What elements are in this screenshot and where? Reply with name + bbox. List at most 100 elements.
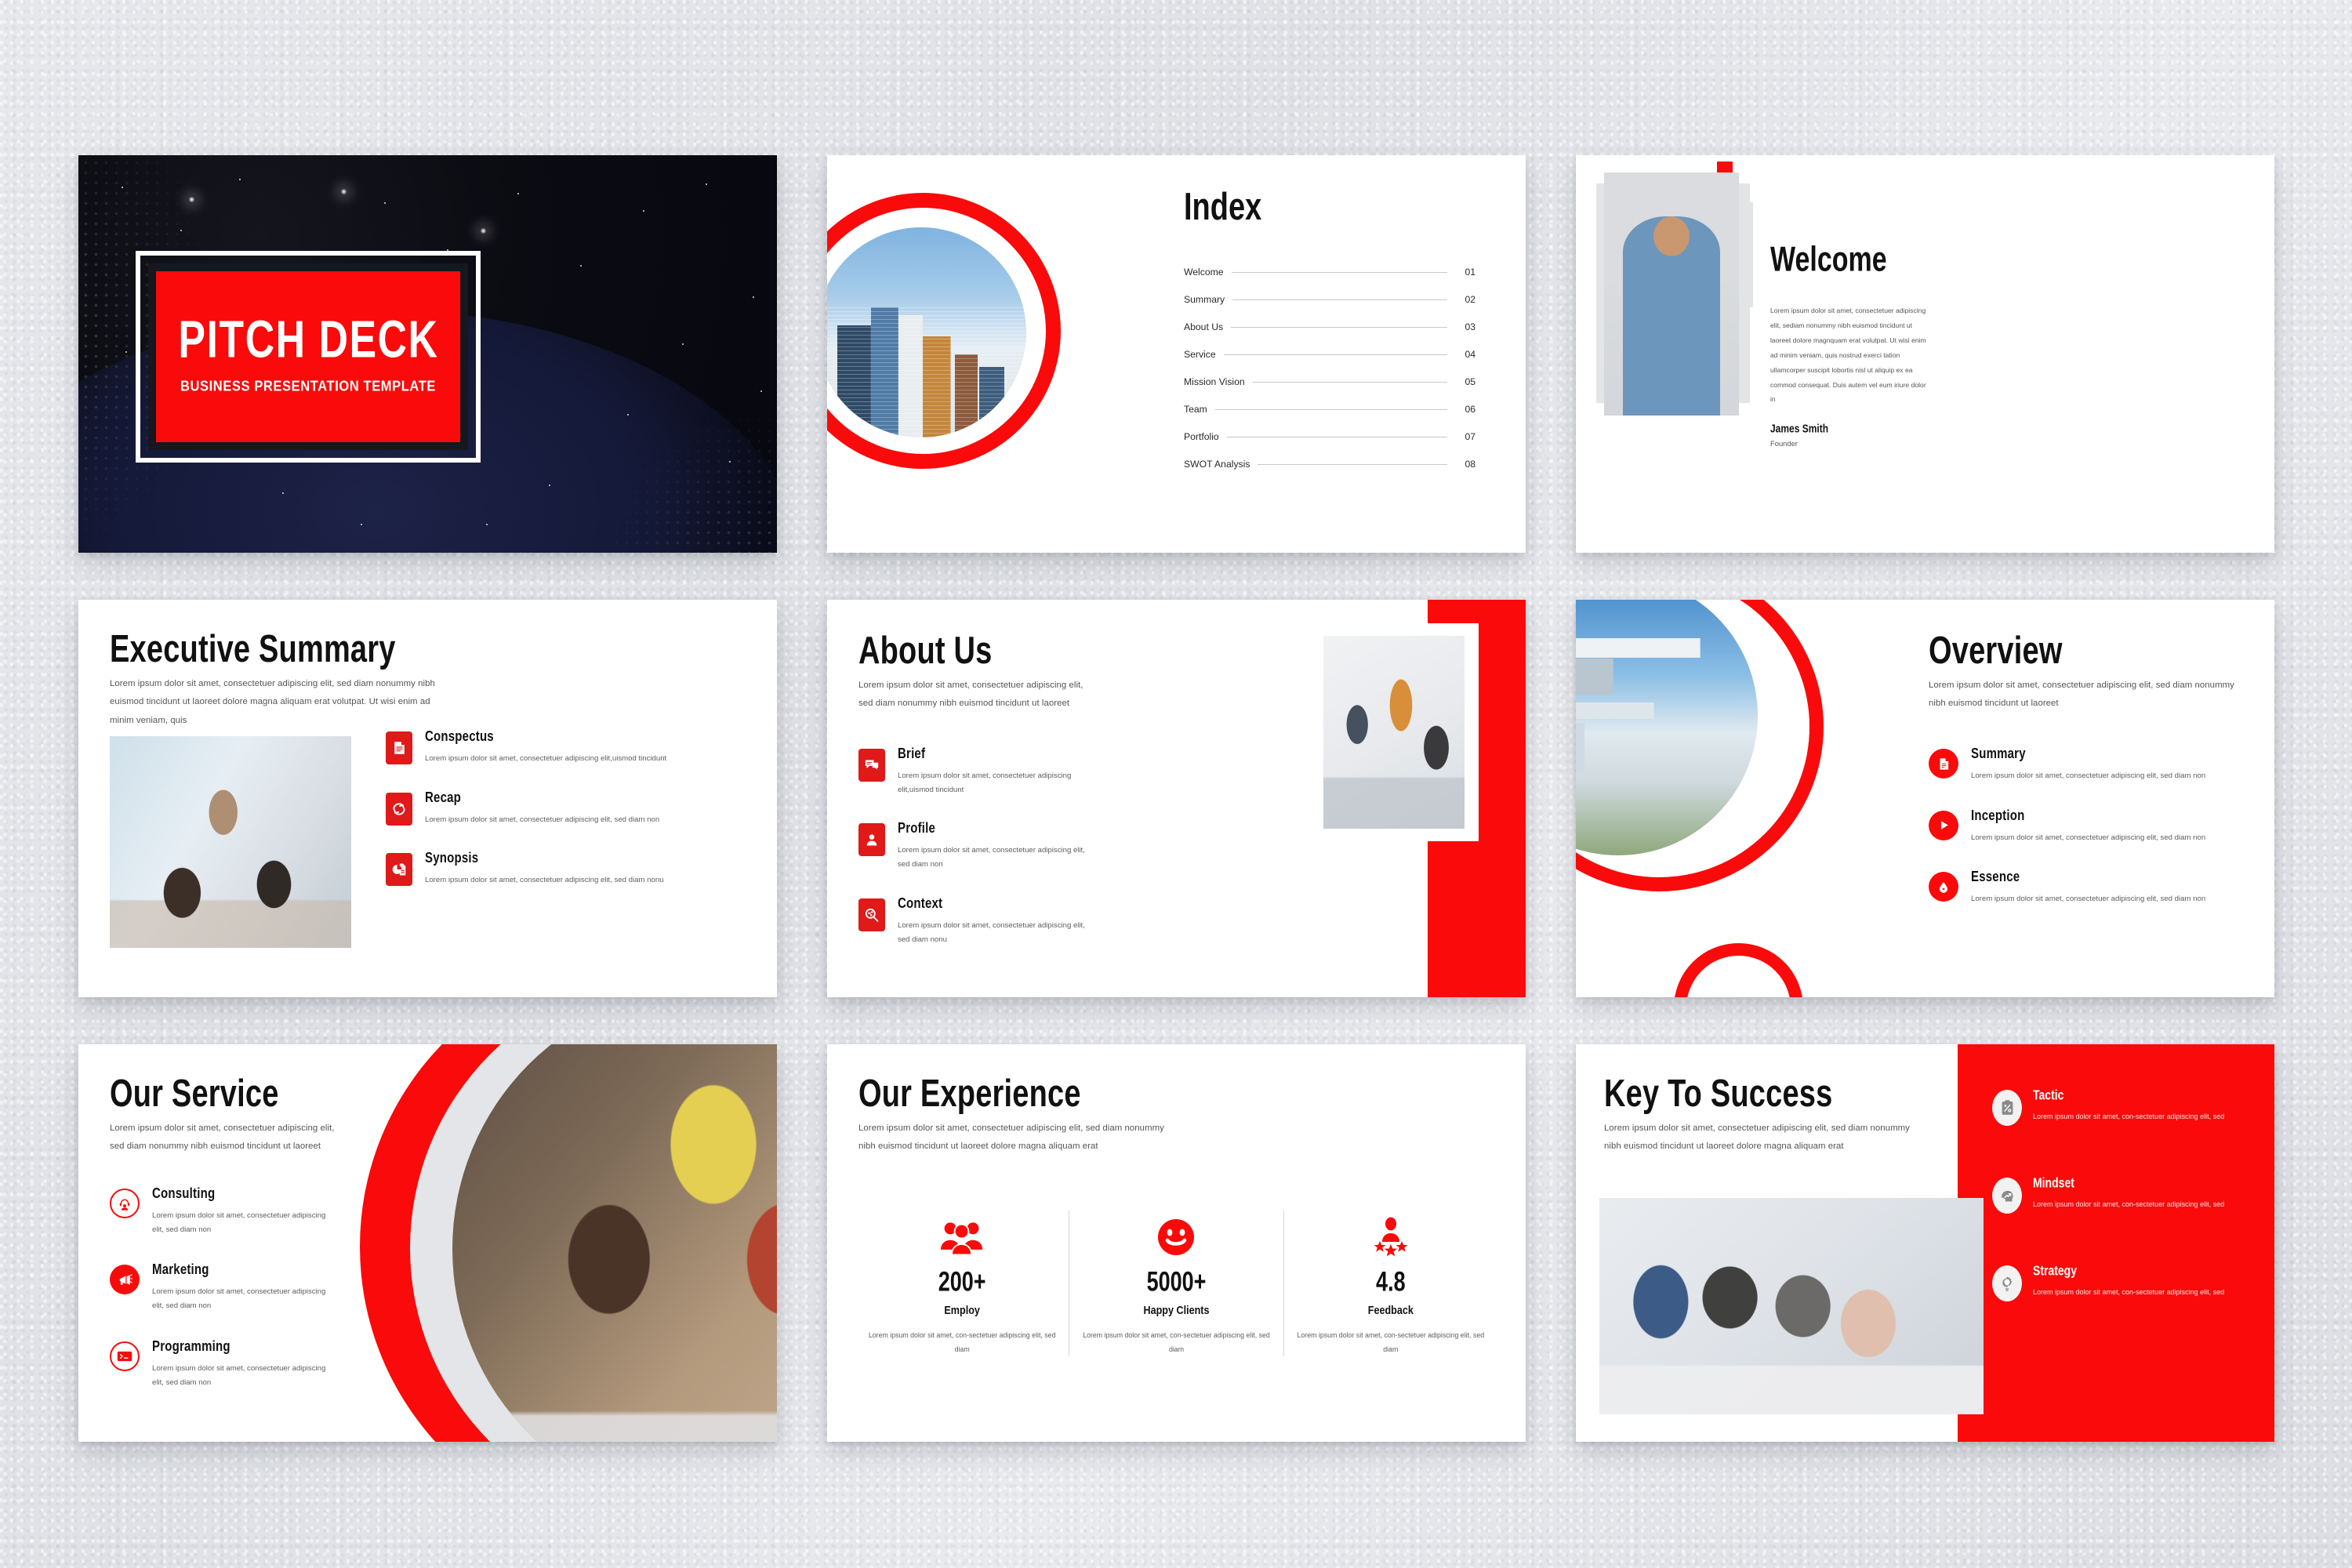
key-to-success-feature-list: Tactic Lorem ipsum dolor sit amet, con-s… <box>1992 1087 2251 1301</box>
feature-title: Strategy <box>2033 1262 2078 1278</box>
person-stars-rating-icon <box>1297 1210 1485 1256</box>
cover-subtitle: BUSINESS PRESENTATION TEMPLATE <box>180 378 437 395</box>
feature-item[interactable]: Context Lorem ipsum dolor sit amet, cons… <box>858 895 1094 946</box>
executive-summary-photo <box>110 736 351 948</box>
cover-title-frame: PITCH DECK BUSINESS PRESENTATION TEMPLAT… <box>136 251 481 463</box>
about-us-feature-list: Brief Lorem ipsum dolor sit amet, consec… <box>858 746 1094 946</box>
smiley-face-icon <box>1082 1210 1270 1256</box>
magnifier-share-icon <box>858 898 885 931</box>
index-item-label: About Us <box>1184 321 1224 332</box>
about-us-body: Lorem ipsum dolor sit amet, consectetuer… <box>858 681 1083 709</box>
welcome-body-text: Lorem ipsum dolor sit amet, consectetuer… <box>1770 307 1926 404</box>
index-item-label: Welcome <box>1184 267 1224 278</box>
feature-item[interactable]: Essence Lorem ipsum dolor sit amet, cons… <box>1929 869 2234 906</box>
stat-card[interactable]: 200+ Employ Lorem ipsum dolor sit amet, … <box>855 1210 1069 1356</box>
feature-item[interactable]: Mindset Lorem ipsum dolor sit amet, con-… <box>1992 1174 2251 1214</box>
pie-chart-document-icon <box>386 853 412 887</box>
feature-item[interactable]: Recap Lorem ipsum dolor sit amet, consec… <box>386 789 731 827</box>
our-service-body: Lorem ipsum dolor sit amet, consectetuer… <box>110 1123 335 1152</box>
experience-stat-row: 200+ Employ Lorem ipsum dolor sit amet, … <box>855 1210 1497 1357</box>
feature-text: Lorem ipsum dolor sit amet, consectetuer… <box>898 846 1085 869</box>
feature-item[interactable]: Marketing Lorem ipsum dolor sit amet, co… <box>110 1261 337 1312</box>
feature-title: Recap <box>425 789 462 806</box>
stat-label: Employ <box>944 1303 980 1317</box>
service-team-photo <box>452 1044 777 1442</box>
feature-item[interactable]: Consulting Lorem ipsum dolor sit amet, c… <box>110 1185 337 1236</box>
slide-welcome[interactable]: Welcome Lorem ipsum dolor sit amet, cons… <box>1576 155 2274 553</box>
slide-executive-summary[interactable]: Executive Summary Lorem ipsum dolor sit … <box>78 600 777 997</box>
index-row[interactable]: Welcome 01 <box>1184 267 1475 278</box>
key-to-success-body: Lorem ipsum dolor sit amet, consectetuer… <box>1604 1123 1910 1152</box>
index-row[interactable]: Portfolio 07 <box>1184 431 1475 442</box>
stat-value: 200+ <box>938 1266 986 1298</box>
lightbulb-gear-icon <box>1992 1265 2022 1301</box>
feature-title: Consulting <box>152 1185 216 1202</box>
stat-card[interactable]: 5000+ Happy Clients Lorem ipsum dolor si… <box>1069 1210 1283 1357</box>
index-leader-line <box>1214 408 1447 410</box>
overview-body: Lorem ipsum dolor sit amet, consectetuer… <box>1929 681 2234 709</box>
executive-summary-body: Lorem ipsum dolor sit amet, consectetuer… <box>110 679 435 725</box>
feature-title: Brief <box>898 746 926 762</box>
feature-title: Marketing <box>152 1261 209 1279</box>
feature-title: Synopsis <box>425 850 479 867</box>
index-item-number: 03 <box>1465 321 1475 332</box>
clipboard-tactic-icon <box>1992 1090 2022 1126</box>
slide-our-experience[interactable]: Our Experience Lorem ipsum dolor sit ame… <box>827 1044 1526 1442</box>
overview-architecture-photo <box>1576 600 1758 855</box>
feature-text: Lorem ipsum dolor sit amet, consectetuer… <box>1971 771 2206 780</box>
index-item-label: SWOT Analysis <box>1184 459 1250 470</box>
feature-text: Lorem ipsum dolor sit amet, con-sectetue… <box>2033 1288 2225 1296</box>
head-growth-arrow-icon <box>1992 1178 2022 1214</box>
headset-support-icon <box>110 1189 140 1218</box>
feature-item[interactable]: Brief Lorem ipsum dolor sit amet, consec… <box>858 746 1094 797</box>
executive-summary-feature-list: Conspectus Lorem ipsum dolor sit amet, c… <box>386 728 731 887</box>
feature-item[interactable]: Inception Lorem ipsum dolor sit amet, co… <box>1929 807 2234 845</box>
overview-title: Overview <box>1929 630 2063 673</box>
slide-index[interactable]: Index Welcome 01 Summary 02 About Us 03 … <box>827 155 1526 553</box>
feature-text: Lorem ipsum dolor sit amet, consectetuer… <box>152 1287 326 1311</box>
feature-item[interactable]: Conspectus Lorem ipsum dolor sit amet, c… <box>386 728 731 766</box>
index-item-label: Portfolio <box>1184 431 1219 442</box>
feature-text: Lorem ipsum dolor sit amet, con-sectetue… <box>2033 1200 2225 1208</box>
stat-card[interactable]: 4.8 Feedback Lorem ipsum dolor sit amet,… <box>1283 1210 1497 1357</box>
slide-overview[interactable]: Overview Lorem ipsum dolor sit amet, con… <box>1576 600 2274 997</box>
feature-text: Lorem ipsum dolor sit amet, consectetuer… <box>425 876 664 885</box>
index-row[interactable]: About Us 03 <box>1184 321 1475 332</box>
index-leader-line <box>1232 299 1447 300</box>
index-leader-line <box>1223 354 1447 355</box>
index-leader-line <box>1252 381 1447 383</box>
speech-bubbles-icon <box>858 749 885 782</box>
slide-cover[interactable]: PITCH DECK BUSINESS PRESENTATION TEMPLAT… <box>78 155 777 553</box>
slide-our-service[interactable]: Our Service Lorem ipsum dolor sit amet, … <box>78 1044 777 1442</box>
about-us-photo <box>1323 636 1465 829</box>
index-leader-line <box>1231 271 1447 273</box>
megaphone-icon <box>110 1265 140 1295</box>
feature-item[interactable]: Profile Lorem ipsum dolor sit amet, cons… <box>858 821 1094 871</box>
feature-title: Inception <box>1971 807 2025 824</box>
index-item-label: Service <box>1184 349 1216 360</box>
index-row[interactable]: Service 04 <box>1184 349 1475 360</box>
feature-text: Lorem ipsum dolor sit amet, con-sectetue… <box>2033 1112 2225 1120</box>
index-row[interactable]: Mission Vision 05 <box>1184 376 1475 387</box>
feature-item[interactable]: Synopsis Lorem ipsum dolor sit amet, con… <box>386 850 731 887</box>
feature-item[interactable]: Strategy Lorem ipsum dolor sit amet, con… <box>1992 1262 2251 1301</box>
welcome-founder-photo <box>1604 172 1739 416</box>
feature-item[interactable]: Programming Lorem ipsum dolor sit amet, … <box>110 1338 337 1389</box>
index-item-label: Mission Vision <box>1184 376 1245 387</box>
feature-text: Lorem ipsum dolor sit amet, consectetuer… <box>898 920 1085 944</box>
index-item-list: Welcome 01 Summary 02 About Us 03 Servic… <box>1184 267 1475 486</box>
stat-text: Lorem ipsum dolor sit amet, con-sectetue… <box>868 1331 1056 1354</box>
slide-about-us[interactable]: About Us Lorem ipsum dolor sit amet, con… <box>827 600 1526 997</box>
feature-text: Lorem ipsum dolor sit amet, consectetuer… <box>152 1363 326 1387</box>
our-experience-title: Our Experience <box>858 1073 1081 1116</box>
index-item-number: 06 <box>1465 404 1475 415</box>
feature-item[interactable]: Tactic Lorem ipsum dolor sit amet, con-s… <box>1992 1087 2251 1126</box>
index-item-number: 05 <box>1465 376 1475 387</box>
feature-item[interactable]: Summary Lorem ipsum dolor sit amet, cons… <box>1929 746 2234 783</box>
executive-summary-title: Executive Summary <box>110 628 396 671</box>
index-row[interactable]: Team 06 <box>1184 404 1475 415</box>
index-row[interactable]: Summary 02 <box>1184 294 1475 305</box>
slide-key-to-success[interactable]: Key To Success Lorem ipsum dolor sit ame… <box>1576 1044 2274 1442</box>
water-drop-icon <box>1929 872 1958 902</box>
index-row[interactable]: SWOT Analysis 08 <box>1184 459 1475 470</box>
